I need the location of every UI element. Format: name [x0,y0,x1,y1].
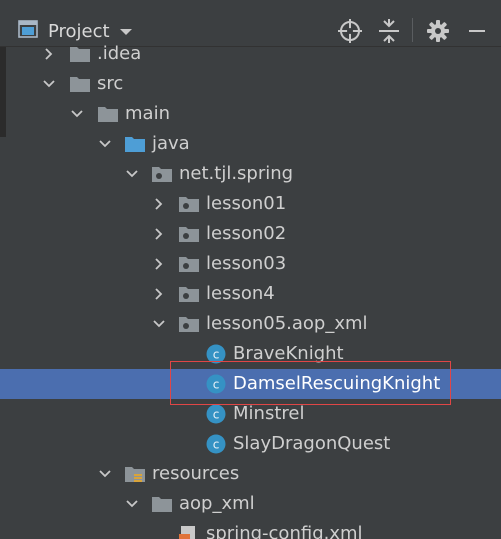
class-icon: c [206,344,226,364]
folder-icon [70,77,90,92]
chevron-down-icon[interactable] [41,76,57,92]
tree-item-label: lesson05.aop_xml [206,313,368,334]
package-icon [179,227,199,242]
tree-item-label: Minstrel [233,403,305,424]
package-icon [179,317,199,332]
chevron-right-icon[interactable] [151,226,167,242]
project-tree: .idea src main java net.tjl.spring lesson01 le… [0,43,501,539]
tree-item-label: lesson02 [206,223,287,244]
tree-row[interactable]: lesson01 [0,189,501,219]
tree-row[interactable]: lesson05.aop_xml [0,309,501,339]
resources-folder-icon [125,467,145,482]
chevron-right-icon[interactable] [151,196,167,212]
tree-item-label: resources [152,463,240,484]
folder-icon [98,107,118,122]
chevron-right-icon[interactable] [151,286,167,302]
package-icon [179,287,199,302]
svg-text:c: c [213,438,220,452]
chevron-down-icon[interactable] [97,136,113,152]
tree-row[interactable]: java [0,129,501,159]
tree-item-label: aop_xml [179,493,255,514]
tree-item-label: BraveKnight [233,343,344,364]
tree-item-label: java [152,133,190,154]
tree-row[interactable]: aop_xml [0,489,501,519]
package-icon [179,257,199,272]
tree-row[interactable]: resources [0,459,501,489]
tree-row[interactable]: src [0,69,501,99]
project-icon [18,20,38,38]
class-icon: c [206,374,226,394]
tree-row[interactable]: c Minstrel [0,399,501,429]
tree-row[interactable]: lesson4 [0,279,501,309]
tree-row[interactable]: main [0,99,501,129]
package-icon [179,197,199,212]
project-tool-window: Project .idea src main java net.tjl.spri… [0,0,501,539]
package-icon [152,167,172,182]
xml-file-icon [179,526,195,539]
tree-item-label: lesson03 [206,253,287,274]
chevron-down-icon[interactable] [151,316,167,332]
source-folder-icon [125,137,145,152]
tree-item-label: DamselRescuingKnight [233,373,441,394]
chevron-down-icon[interactable] [124,496,140,512]
class-icon: c [206,434,226,454]
tree-item-label: main [125,103,170,124]
chevron-right-icon[interactable] [151,256,167,272]
tree-row[interactable]: lesson02 [0,219,501,249]
tree-item-label: SlayDragonQuest [233,433,391,454]
tree-item-label: lesson01 [206,193,287,214]
tree-row[interactable]: c BraveKnight [0,339,501,369]
tree-item-label: .idea [97,43,142,64]
tree-item-label: spring-config.xml [206,523,363,539]
chevron-right-icon[interactable] [41,46,57,62]
chevron-down-icon[interactable] [97,466,113,482]
svg-text:c: c [213,408,220,422]
class-icon: c [206,404,226,424]
tree-row[interactable]: spring-config.xml [0,519,501,539]
chevron-down-icon[interactable] [69,106,85,122]
tree-row[interactable]: c DamselRescuingKnight [0,369,501,399]
svg-text:c: c [213,378,220,392]
tree-row[interactable]: c SlayDragonQuest [0,429,501,459]
dropdown-caret-icon[interactable] [118,26,134,38]
folder-icon [70,47,90,62]
tree-row[interactable]: lesson03 [0,249,501,279]
folder-icon [152,497,172,512]
tree-row[interactable]: .idea [0,39,501,69]
svg-text:c: c [213,348,220,362]
tree-item-label: lesson4 [206,283,275,304]
tree-row[interactable]: net.tjl.spring [0,159,501,189]
chevron-down-icon[interactable] [124,166,140,182]
tree-item-label: net.tjl.spring [179,163,294,184]
tree-item-label: src [97,73,124,94]
